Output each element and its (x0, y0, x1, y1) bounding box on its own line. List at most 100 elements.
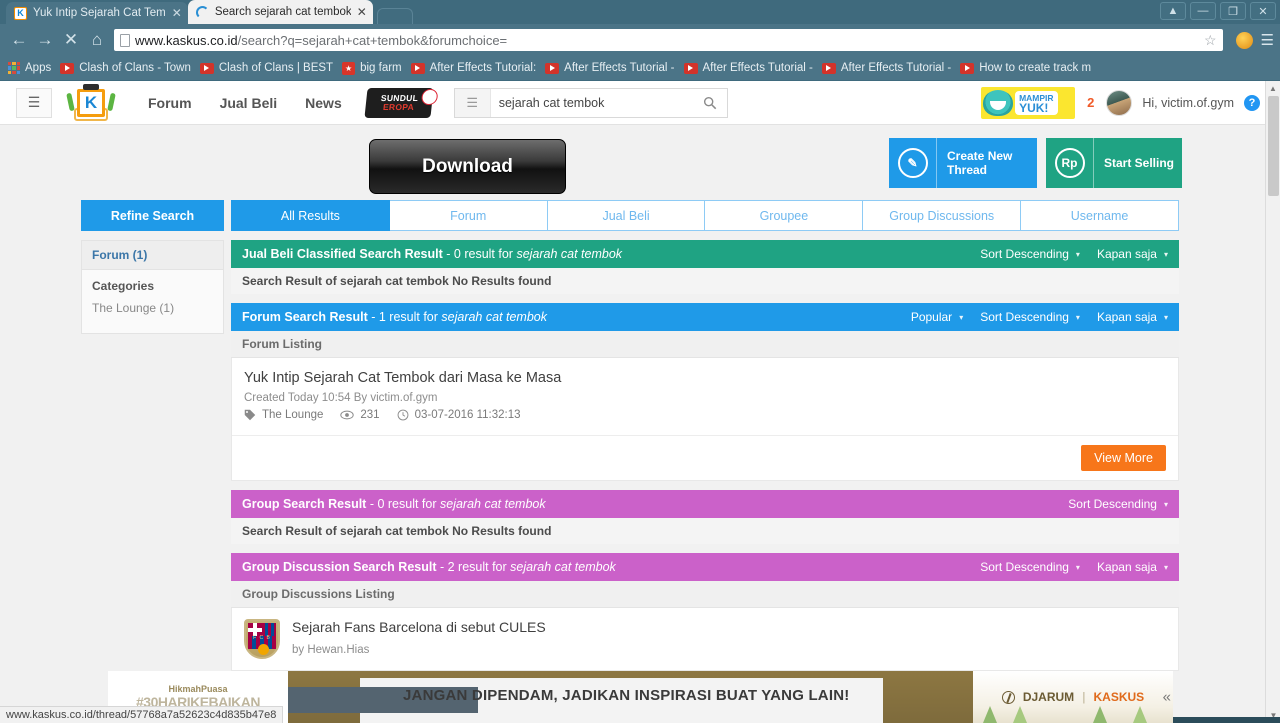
soccer-ball-icon (420, 88, 439, 105)
sort-label: Kapan saja (1096, 560, 1157, 574)
logo-leaf-right-icon (107, 92, 116, 111)
tab-forum[interactable]: Forum (389, 200, 548, 231)
new-tab-button[interactable] (376, 8, 413, 24)
jual-beli-title: Jual Beli Classified Search Result (242, 247, 443, 261)
category-the-lounge[interactable]: The Lounge (1) (92, 301, 174, 315)
create-thread-label: Create New Thread (937, 149, 1012, 177)
djarum-kaskus-brand: DJARUM | KASKUS (1001, 690, 1144, 704)
bookmark-star-icon[interactable]: ☆ (1204, 32, 1217, 49)
bookmark-item[interactable]: After Effects Tutorial - (683, 62, 822, 74)
sort-label: Sort Descending (1068, 497, 1157, 511)
bookmark-apps[interactable]: Apps (8, 62, 60, 74)
group-result-block: Group Search Result - 0 result for sejar… (231, 490, 1179, 544)
view-more-row: View More (232, 436, 1178, 480)
bookmark-item[interactable]: Clash of Clans - Town (60, 62, 200, 74)
bookmark-label: Apps (25, 62, 52, 74)
discussion-title[interactable]: Sejarah Fans Barcelona di sebut CULES (292, 619, 546, 635)
sundul-eropa-logo[interactable]: SUNDUL EROPA (364, 87, 439, 118)
bookmark-item[interactable]: ★ big farm (342, 61, 411, 75)
discussion-author[interactable]: by Hewan.Hias (292, 644, 369, 656)
notification-count[interactable]: 2 (1085, 95, 1096, 110)
search-bar[interactable]: ☰ (453, 87, 728, 118)
nav-link-forum[interactable]: Forum (134, 95, 206, 111)
address-bar[interactable]: www.kaskus.co.id/search?q=sejarah+cat+te… (114, 29, 1223, 51)
youtube-icon (960, 62, 975, 74)
search-input[interactable] (490, 95, 693, 110)
bookmark-item[interactable]: How to create track m (960, 62, 1100, 74)
ad-hikmah-puasa-label: HikmahPuasa (168, 684, 228, 694)
browser-menu-icon[interactable]: ☰ (1261, 31, 1274, 49)
kapan-saja-button[interactable]: Kapan saja ▾ (1097, 247, 1168, 261)
sort-descending-button[interactable]: Sort Descending ▾ (980, 247, 1080, 261)
group-discussion-count: - 2 result for (439, 560, 507, 574)
logo-letter: K (77, 88, 105, 117)
bookmark-item[interactable]: After Effects Tutorial - (545, 62, 683, 74)
bookmark-item[interactable]: After Effects Tutorial: (410, 62, 546, 74)
tab-groupee[interactable]: Groupee (705, 200, 864, 231)
eye-icon (340, 410, 355, 420)
facet-header-forum[interactable]: Forum (1) (82, 241, 223, 270)
browser-tab-1[interactable]: K Yuk Intip Sejarah Cat Tem ✕ (6, 2, 188, 24)
tab-close-icon[interactable]: ✕ (172, 6, 182, 20)
create-new-thread-button[interactable]: ✎ Create New Thread (889, 138, 1037, 188)
mampir-yuk-banner[interactable]: MAMPIR YUK! (981, 86, 1076, 119)
view-more-button[interactable]: View More (1081, 445, 1166, 471)
avatar[interactable] (1106, 89, 1133, 116)
bookmark-label: big farm (360, 62, 402, 74)
close-window-button[interactable]: ✕ (1250, 2, 1276, 20)
search-filter-icon[interactable]: ☰ (454, 88, 491, 117)
back-icon[interactable]: ← (6, 27, 32, 53)
search-icon[interactable] (693, 96, 727, 110)
thread-row[interactable]: Yuk Intip Sejarah Cat Tembok dari Masa k… (232, 358, 1178, 436)
chevron-down-icon: ▾ (1075, 249, 1080, 259)
tab-jual-beli[interactable]: Jual Beli (547, 200, 706, 231)
user-greeting[interactable]: Hi, victim.of.gym (1142, 96, 1234, 110)
kapan-saja-button[interactable]: Kapan saja ▾ (1097, 310, 1168, 324)
sort-descending-button[interactable]: Sort Descending ▾ (1068, 497, 1168, 511)
tab-group-discussions[interactable]: Group Discussions (863, 200, 1022, 231)
start-selling-button[interactable]: Rp Start Selling (1046, 138, 1182, 188)
sort-descending-button[interactable]: Sort Descending ▾ (980, 560, 1080, 574)
nav-link-jual-beli[interactable]: Jual Beli (206, 95, 292, 111)
thread-timestamp-text: 03-07-2016 11:32:13 (414, 409, 521, 421)
tab-close-icon[interactable]: ✕ (357, 5, 367, 19)
page-scrollbar[interactable]: ▲ ▼ (1265, 81, 1280, 723)
refine-search-button[interactable]: Refine Search (81, 200, 224, 231)
categories-label: Categories (92, 279, 155, 293)
group-count: - 0 result for (369, 497, 437, 511)
scroll-up-arrow-icon[interactable]: ▲ (1266, 81, 1280, 96)
bookmark-item[interactable]: After Effects Tutorial - (821, 62, 960, 74)
nav-link-news[interactable]: News (291, 95, 356, 111)
extension-icon[interactable] (1235, 31, 1253, 49)
sort-descending-button[interactable]: Sort Descending ▾ (980, 310, 1080, 324)
create-thread-line1: Create New (947, 149, 1013, 163)
stop-icon[interactable]: ✕ (58, 27, 84, 53)
scrollbar-thumb[interactable] (1268, 96, 1279, 196)
help-icon[interactable]: ? (1244, 94, 1260, 111)
forum-listing-label: Forum Listing (231, 331, 1179, 358)
bookmark-item[interactable]: Clash of Clans | BEST (199, 62, 342, 74)
download-button[interactable]: Download (369, 139, 566, 194)
group-title: Group Search Result (242, 497, 367, 511)
thread-tag[interactable]: The Lounge (244, 409, 323, 421)
maximize-button[interactable]: ❐ (1220, 2, 1246, 20)
thread-title[interactable]: Yuk Intip Sejarah Cat Tembok dari Masa k… (244, 370, 1166, 386)
category-name: The Lounge (92, 301, 157, 315)
home-icon[interactable]: ⌂ (84, 27, 110, 53)
user-profile-button[interactable]: ▲ (1160, 2, 1186, 20)
discussion-row[interactable]: F C B Sejarah Fans Barcelona di sebut CU… (232, 608, 1178, 670)
kapan-saja-button[interactable]: Kapan saja ▾ (1097, 560, 1168, 574)
forward-icon[interactable]: → (32, 27, 58, 53)
minimize-button[interactable]: — (1190, 2, 1216, 20)
ad-collapse-button[interactable]: « (1163, 689, 1171, 706)
group-query: sejarah cat tembok (440, 497, 546, 511)
group-header: Group Search Result - 0 result for sejar… (231, 490, 1179, 518)
thread-views: 231 (340, 409, 380, 421)
popular-button[interactable]: Popular ▾ (911, 310, 963, 324)
tab-all-results[interactable]: All Results (231, 200, 390, 231)
sort-label: Sort Descending (980, 247, 1069, 261)
kaskus-logo[interactable]: K (62, 83, 120, 123)
browser-tab-2[interactable]: Search sejarah cat tembok ✕ (187, 0, 373, 24)
tab-username[interactable]: Username (1021, 200, 1179, 231)
site-menu-icon[interactable]: ☰ (16, 87, 52, 118)
